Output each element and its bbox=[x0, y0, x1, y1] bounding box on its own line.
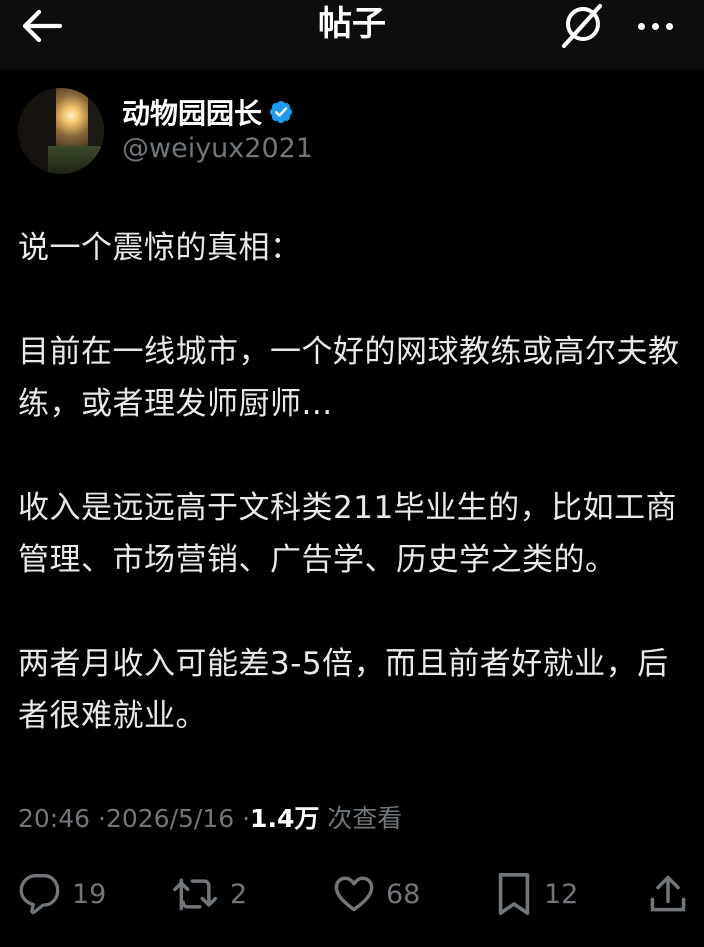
top-bar: 帖子 bbox=[0, 0, 704, 70]
post-meta: 20:46 ·2026/5/16 ·1.4万 次查看 bbox=[18, 802, 402, 836]
like-button[interactable]: 68 bbox=[332, 866, 420, 922]
author-avatar[interactable] bbox=[18, 88, 104, 174]
action-bar: 19 2 68 12 bbox=[0, 866, 704, 922]
repost-icon bbox=[173, 878, 217, 911]
post-date: 2026/5/16 bbox=[105, 804, 235, 833]
author-display-name[interactable]: 动物园园长 bbox=[122, 92, 294, 132]
post-paragraph: 收入是远远高于文科类211毕业生的，比如工商管理、市场营销、广告学、历史学之类的… bbox=[18, 490, 678, 578]
author-handle[interactable]: @weiyux2021 bbox=[122, 132, 313, 166]
verified-badge-icon bbox=[269, 100, 293, 124]
views-count[interactable]: 1.4万 bbox=[250, 804, 319, 833]
heart-icon bbox=[334, 876, 374, 912]
meta-separator: · bbox=[242, 804, 251, 833]
meta-separator: · bbox=[98, 804, 106, 833]
more-button[interactable] bbox=[630, 6, 680, 46]
more-dot bbox=[637, 22, 645, 30]
more-dot bbox=[665, 22, 673, 30]
grok-button[interactable] bbox=[556, 2, 608, 50]
grok-icon bbox=[561, 3, 603, 49]
bookmark-button[interactable]: 12 bbox=[494, 866, 578, 922]
share-icon bbox=[650, 875, 686, 912]
reply-icon bbox=[19, 874, 60, 915]
post-time: 20:46 bbox=[18, 804, 91, 833]
post-paragraph: 目前在一线城市，一个好的网球教练或高尔夫教练，或者理发师厨师... bbox=[18, 334, 680, 422]
repost-count: 2 bbox=[230, 878, 248, 910]
post-body: 说一个震惊的真相： 目前在一线城市，一个好的网球教练或高尔夫教练，或者理发师厨师… bbox=[18, 222, 698, 742]
author-name-text: 动物园园长 bbox=[122, 97, 263, 130]
reply-count: 19 bbox=[72, 878, 107, 910]
bookmark-count: 12 bbox=[544, 878, 579, 910]
views-label[interactable]: 次查看 bbox=[327, 804, 402, 833]
like-count: 68 bbox=[386, 878, 421, 910]
post-paragraph: 两者月收入可能差3-5倍，而且前者好就业，后者很难就业。 bbox=[18, 646, 669, 734]
more-dot bbox=[651, 22, 659, 30]
post-paragraph: 说一个震惊的真相： bbox=[18, 230, 302, 266]
share-button[interactable] bbox=[646, 866, 690, 922]
reply-button[interactable]: 19 bbox=[18, 866, 106, 922]
bookmark-icon bbox=[498, 873, 530, 915]
repost-button[interactable]: 2 bbox=[172, 866, 247, 922]
